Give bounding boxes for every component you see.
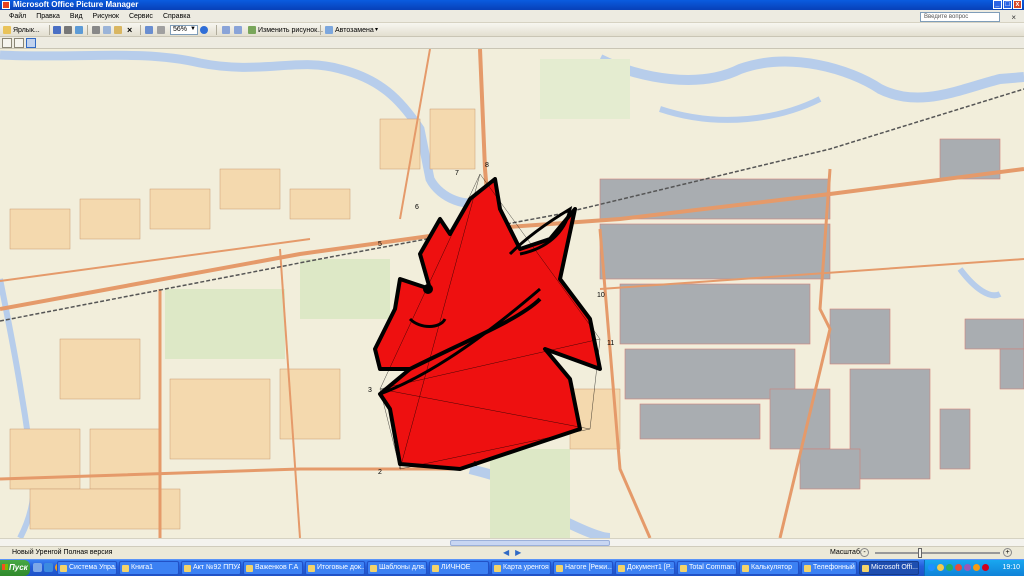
title-bar: Microsoft Office Picture Manager _ □ x — [0, 0, 1024, 10]
zoom-dropdown-icon[interactable]: ▼ — [190, 26, 196, 32]
task-button[interactable]: ЛИЧНОЕ — [429, 561, 489, 575]
tray-icon[interactable] — [937, 564, 944, 571]
task-button[interactable]: Нагоге [Режи... — [553, 561, 613, 575]
tray-icon[interactable] — [955, 564, 962, 571]
autocorrect-button[interactable]: Автозамена — [325, 25, 374, 35]
standard-toolbar: Ярлык... × 56% ▼ Изменить рисунок... Авт… — [0, 23, 1024, 37]
edit-picture-button[interactable]: Изменить рисунок... — [248, 25, 323, 35]
task-button[interactable]: Акт №92 ППУА... — [181, 561, 241, 575]
windows-taskbar: Пуск Система Упра... Книга1 Акт №92 ППУА… — [0, 559, 1024, 576]
zoom-label: Масштаб: — [830, 549, 862, 556]
redo-icon[interactable] — [157, 26, 165, 34]
task-button[interactable]: Калькулятор — [739, 561, 799, 575]
minimize-button[interactable]: _ — [993, 0, 1002, 9]
zoom-in-button[interactable]: + — [1003, 548, 1012, 557]
shortcuts-button[interactable]: Ярлык... — [3, 25, 40, 35]
park — [165, 289, 285, 359]
menu-tools[interactable]: Сервис — [128, 10, 154, 23]
rotate-left-icon[interactable] — [222, 26, 230, 34]
marker-label: 7 — [455, 170, 459, 177]
zoom-out-button[interactable]: - — [860, 548, 869, 557]
rotate-right-icon[interactable] — [234, 26, 242, 34]
browser-icon[interactable] — [44, 563, 53, 572]
task-button[interactable]: Система Упра... — [57, 561, 117, 575]
menu-help[interactable]: Справка — [162, 10, 191, 23]
clock[interactable]: 19:10 — [1002, 560, 1020, 576]
system-tray: 19:10 — [924, 560, 1024, 576]
task-button[interactable]: Total Comman... — [677, 561, 737, 575]
park — [540, 59, 630, 119]
marker-label: 3 — [368, 387, 372, 394]
menu-view[interactable]: Вид — [69, 10, 84, 23]
zoom-slider-thumb[interactable] — [918, 548, 922, 558]
task-button[interactable]: Шаблоны для... — [367, 561, 427, 575]
marker-label: 8 — [485, 162, 489, 169]
shortcuts-label: Ярлык... — [13, 26, 40, 34]
marker-label: 11 — [607, 340, 614, 347]
edit-picture-label: Изменить рисунок... — [258, 26, 323, 34]
tray-icon[interactable] — [964, 564, 971, 571]
picture-canvas[interactable]: 1 2 3 5 6 7 8 10 11 — [0, 49, 1024, 538]
view-toolbar — [0, 37, 1024, 49]
tray-icon[interactable] — [928, 564, 935, 571]
app-icon — [2, 1, 10, 9]
picture-navigation[interactable]: ◀▶ — [503, 547, 527, 558]
print-icon[interactable] — [64, 26, 72, 34]
status-filename: Новый Уренгой Полная версия — [12, 549, 113, 556]
task-button[interactable]: Итоговые док... — [305, 561, 365, 575]
show-desktop-icon[interactable] — [33, 563, 42, 572]
tray-icon[interactable] — [982, 564, 989, 571]
city-map-image: 1 2 3 5 6 7 8 10 11 — [0, 49, 1024, 538]
marker-label: 6 — [415, 204, 419, 211]
delete-icon[interactable]: × — [127, 25, 132, 35]
copy-icon[interactable] — [103, 26, 111, 34]
thumbnail-view-icon[interactable] — [2, 38, 12, 48]
menu-edit[interactable]: Правка — [35, 10, 61, 23]
task-button[interactable]: Книга1 — [119, 561, 179, 575]
status-bar: Новый Уренгой Полная версия ◀▶ Масштаб: … — [0, 546, 1024, 558]
folder-icon — [3, 26, 11, 34]
task-button[interactable]: Важенков Г.А — [243, 561, 303, 575]
task-button[interactable]: Карта уренгоя — [491, 561, 551, 575]
autocorrect-icon — [325, 26, 333, 34]
marker-label: 1 — [473, 461, 477, 468]
edit-picture-icon — [248, 26, 256, 34]
park — [490, 449, 570, 538]
help-icon[interactable] — [200, 26, 208, 34]
park — [300, 259, 390, 319]
picture-manager-window: Microsoft Office Picture Manager _ □ x Ф… — [0, 0, 1024, 576]
autocorrect-label: Автозамена — [335, 26, 374, 34]
horizontal-scrollbar[interactable] — [0, 538, 1024, 546]
menu-picture[interactable]: Рисунок — [92, 10, 120, 23]
task-button[interactable]: Документ1 [Р... — [615, 561, 675, 575]
marker-label: 10 — [597, 292, 605, 299]
start-button[interactable]: Пуск — [0, 560, 30, 576]
window-title: Microsoft Office Picture Manager — [13, 0, 139, 9]
task-button[interactable]: Телефонный с... — [801, 561, 857, 575]
help-search-input[interactable]: Введите вопрос — [920, 12, 1000, 22]
filmstrip-view-icon[interactable] — [14, 38, 24, 48]
tray-icon[interactable] — [973, 564, 980, 571]
email-icon[interactable] — [75, 26, 83, 34]
maximize-button[interactable]: □ — [1003, 0, 1012, 9]
tray-icon[interactable] — [946, 564, 953, 571]
previous-picture-icon[interactable]: ◀ — [503, 548, 515, 557]
next-picture-icon[interactable]: ▶ — [515, 548, 527, 557]
cut-icon[interactable] — [92, 26, 100, 34]
close-button[interactable]: x — [1013, 0, 1022, 9]
undo-icon[interactable] — [145, 26, 153, 34]
marker-label: 2 — [378, 469, 382, 476]
zoom-slider-track[interactable] — [875, 552, 1000, 554]
task-button-active[interactable]: Microsoft Offi... — [859, 561, 919, 575]
paste-icon[interactable] — [114, 26, 122, 34]
single-picture-view-icon[interactable] — [26, 38, 36, 48]
menu-bar: Файл Правка Вид Рисунок Сервис Справка В… — [0, 10, 1024, 23]
marker-label: 5 — [378, 241, 382, 248]
save-icon[interactable] — [53, 26, 61, 34]
menu-file[interactable]: Файл — [8, 10, 27, 23]
toolbar-options-icon[interactable]: ▾ — [375, 26, 378, 33]
